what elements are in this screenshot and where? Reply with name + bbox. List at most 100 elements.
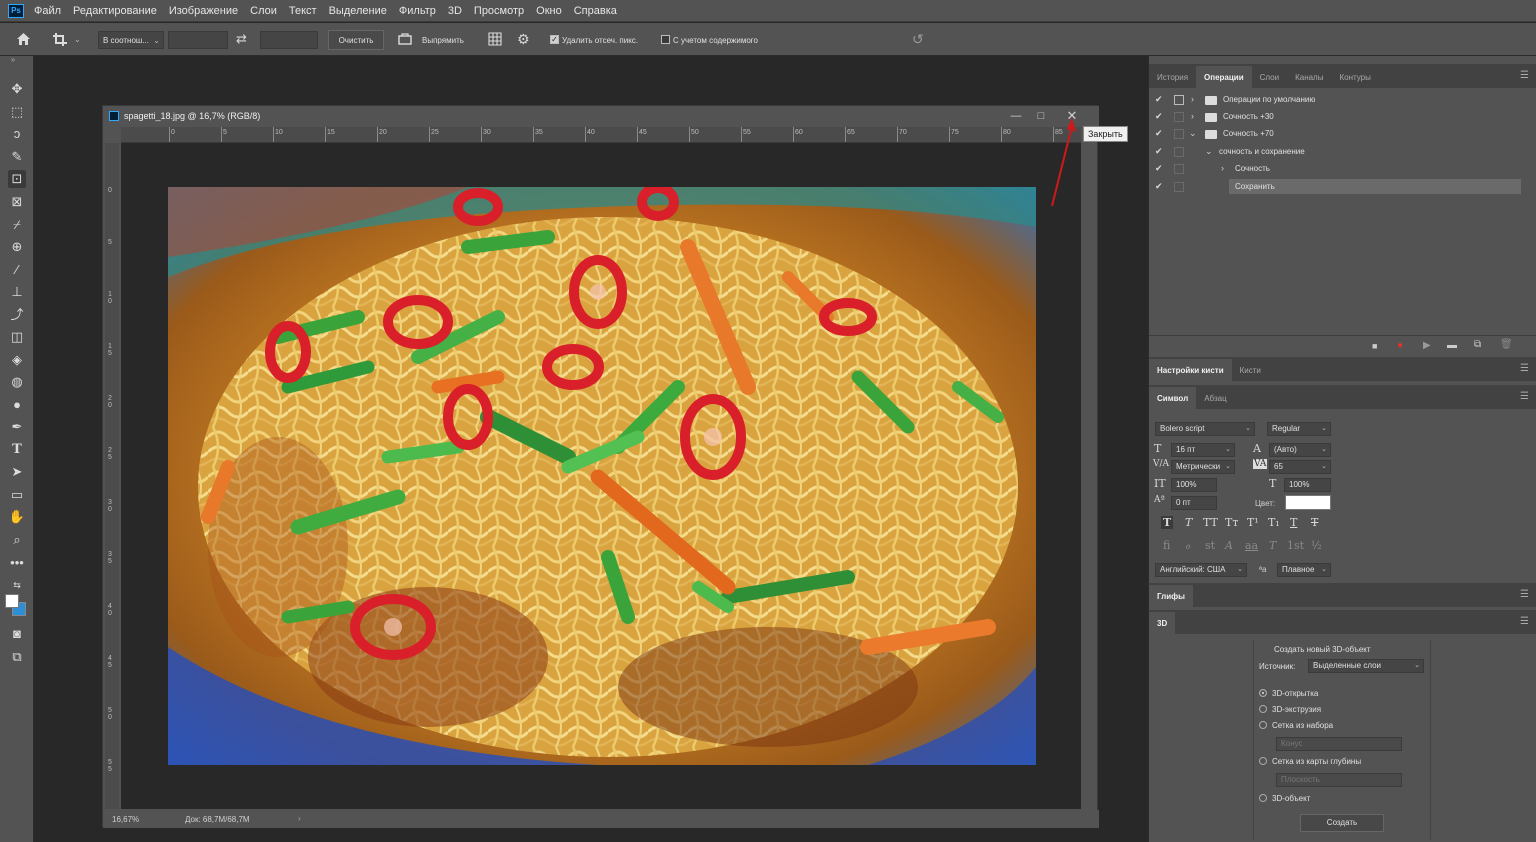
new-action-icon[interactable]: ⧉: [1474, 339, 1481, 350]
strikethrough-icon[interactable]: T: [1311, 516, 1318, 529]
radio-mesh-from-depth[interactable]: Сетка из карты глубины: [1259, 756, 1361, 766]
stylistic-alternates-icon[interactable]: aa: [1245, 539, 1258, 552]
radio-3d-postcard[interactable]: 3D-открытка: [1259, 688, 1318, 698]
menu-image[interactable]: Изображение: [169, 5, 238, 17]
more-tools-icon[interactable]: •••: [8, 554, 26, 572]
horizontal-scale-field[interactable]: 100%: [1284, 478, 1331, 492]
collapse-icon[interactable]: »: [4, 56, 22, 66]
chevron-right-icon[interactable]: ›: [1221, 163, 1224, 173]
create-button[interactable]: Создать: [1300, 814, 1384, 832]
clear-button[interactable]: Очистить: [328, 30, 384, 50]
ratio-select[interactable]: В соотнош... ⌄: [98, 31, 164, 49]
dialog-toggle-icon[interactable]: [1174, 95, 1184, 105]
vertical-scale-field[interactable]: 100%: [1171, 478, 1217, 492]
gear-icon[interactable]: ⚙: [517, 32, 530, 46]
lasso-tool-icon[interactable]: ↄ: [8, 125, 26, 143]
action-row[interactable]: ✔ › Операции по умолчанию: [1149, 92, 1536, 109]
faux-bold-icon[interactable]: T: [1161, 516, 1174, 529]
antialias-select[interactable]: Плавное ⌄: [1277, 563, 1331, 577]
straighten-label[interactable]: Выпрямить: [422, 36, 464, 45]
font-style-select[interactable]: Regular ⌄: [1267, 422, 1331, 436]
language-select[interactable]: Английский: США ⌄: [1155, 563, 1247, 577]
menu-text[interactable]: Текст: [289, 5, 317, 17]
crop-tool-icon[interactable]: ⊡: [8, 170, 26, 188]
marquee-tool-icon[interactable]: ⬚: [8, 103, 26, 121]
small-caps-icon[interactable]: Tт: [1225, 516, 1238, 529]
crop-tool-icon[interactable]: [52, 32, 68, 49]
action-row[interactable]: ✔ ⌄ Сочность +70: [1149, 126, 1536, 143]
tab-glyphs[interactable]: Глифы: [1149, 585, 1193, 607]
panel-menu-icon[interactable]: ☰: [1520, 70, 1529, 81]
horizontal-ruler[interactable]: 0 5 10 15 20 25 30 35 40 45 50 55 60 65 70 75 80 85: [121, 127, 1081, 143]
record-icon[interactable]: ●: [1397, 340, 1403, 351]
play-icon[interactable]: ▶: [1423, 340, 1431, 351]
text-color-swatch[interactable]: [1285, 495, 1331, 510]
ordinals-icon[interactable]: 1st: [1287, 539, 1304, 552]
history-brush-tool-icon[interactable]: ⤴: [8, 306, 26, 324]
ligatures-icon[interactable]: fi: [1163, 539, 1170, 552]
magic-wand-tool-icon[interactable]: ✎: [8, 148, 26, 166]
zoom-tool-icon[interactable]: ⌕: [8, 531, 26, 549]
brush-tool-icon[interactable]: ∕: [8, 261, 26, 279]
chevron-down-icon[interactable]: ⌄: [1189, 128, 1197, 139]
check-icon[interactable]: ✔: [1155, 163, 1163, 174]
action-row[interactable]: ✔ › Сочность: [1149, 161, 1536, 178]
panel-menu-icon[interactable]: ☰: [1520, 363, 1529, 374]
dialog-toggle-icon[interactable]: [1174, 164, 1184, 174]
action-row-selected[interactable]: ✔ Сохранить: [1149, 179, 1536, 196]
tracking-field[interactable]: 65 ⌄: [1269, 460, 1331, 474]
dialog-toggle-icon[interactable]: [1174, 112, 1184, 122]
move-tool-icon[interactable]: ✥: [8, 80, 26, 98]
chevron-down-icon[interactable]: ⌄: [1205, 146, 1213, 157]
baseline-shift-field[interactable]: 0 пт: [1171, 496, 1217, 510]
panel-menu-icon[interactable]: ☰: [1520, 391, 1529, 402]
chevron-down-icon[interactable]: ⌄: [74, 35, 81, 44]
zoom-level[interactable]: 16,67%: [112, 815, 139, 824]
all-caps-icon[interactable]: TT: [1203, 516, 1218, 529]
foreground-color-swatch-top[interactable]: [5, 594, 19, 608]
chevron-right-icon[interactable]: ›: [1191, 94, 1194, 104]
grid-overlay-icon[interactable]: [488, 32, 502, 48]
superscript-icon[interactable]: T¹: [1247, 516, 1259, 529]
font-family-select[interactable]: Bolero script ⌄: [1155, 422, 1255, 436]
kerning-field[interactable]: Метрически ⌄: [1171, 460, 1235, 474]
underline-icon[interactable]: T: [1290, 516, 1297, 529]
tab-character[interactable]: Символ: [1149, 387, 1197, 409]
tab-history[interactable]: История: [1149, 66, 1196, 88]
menu-file[interactable]: Файл: [34, 5, 61, 17]
screen-mode-icon[interactable]: ⧉: [8, 648, 26, 666]
menu-select[interactable]: Выделение: [329, 5, 387, 17]
radio-3d-object[interactable]: 3D-объект: [1259, 793, 1310, 803]
dialog-toggle-icon[interactable]: [1174, 182, 1184, 192]
chevron-right-icon[interactable]: ›: [298, 814, 301, 823]
leading-field[interactable]: (Авто) ⌄: [1269, 443, 1331, 457]
dodge-tool-icon[interactable]: ●: [8, 396, 26, 414]
check-icon[interactable]: ✔: [1155, 111, 1163, 122]
subscript-icon[interactable]: T₁: [1268, 516, 1280, 529]
menu-window[interactable]: Окно: [536, 5, 562, 17]
swash-icon[interactable]: A: [1225, 539, 1233, 552]
tab-layers[interactable]: Слои: [1252, 66, 1287, 88]
faux-italic-icon[interactable]: T: [1185, 516, 1192, 529]
width-input[interactable]: [168, 31, 228, 49]
vertical-ruler[interactable]: 0 5 1 0 1 5 2 0 2 5 3 0 3 5 4 0 4 5 5 0 5 5: [105, 143, 119, 809]
minimize-icon[interactable]: —: [1007, 109, 1025, 123]
trash-icon[interactable]: 🗑: [1500, 339, 1513, 350]
menu-edit[interactable]: Редактирование: [73, 5, 157, 17]
fractions-icon[interactable]: ½: [1311, 539, 1322, 552]
clone-stamp-tool-icon[interactable]: ⊥: [8, 283, 26, 301]
swap-colors-icon[interactable]: ⇆: [8, 576, 26, 594]
font-size-field[interactable]: 16 пт ⌄: [1171, 443, 1235, 457]
content-aware-checkbox[interactable]: С учетом содержимого: [661, 35, 758, 45]
delete-cropped-checkbox[interactable]: ✓ Удалить отсеч. пикс.: [550, 35, 638, 45]
discretionary-ligatures-icon[interactable]: st: [1205, 539, 1215, 552]
check-icon[interactable]: ✔: [1155, 128, 1163, 139]
source-select[interactable]: Выделенные слои ⌄: [1308, 659, 1424, 673]
check-icon[interactable]: ✔: [1155, 94, 1163, 105]
menu-layers[interactable]: Слои: [250, 5, 277, 17]
straighten-icon[interactable]: [398, 33, 412, 47]
rectangle-tool-icon[interactable]: ▭: [8, 486, 26, 504]
paint-bucket-tool-icon[interactable]: ◈: [8, 351, 26, 369]
path-selection-tool-icon[interactable]: ➤: [8, 463, 26, 481]
tab-brush-settings[interactable]: Настройки кисти: [1149, 359, 1232, 381]
